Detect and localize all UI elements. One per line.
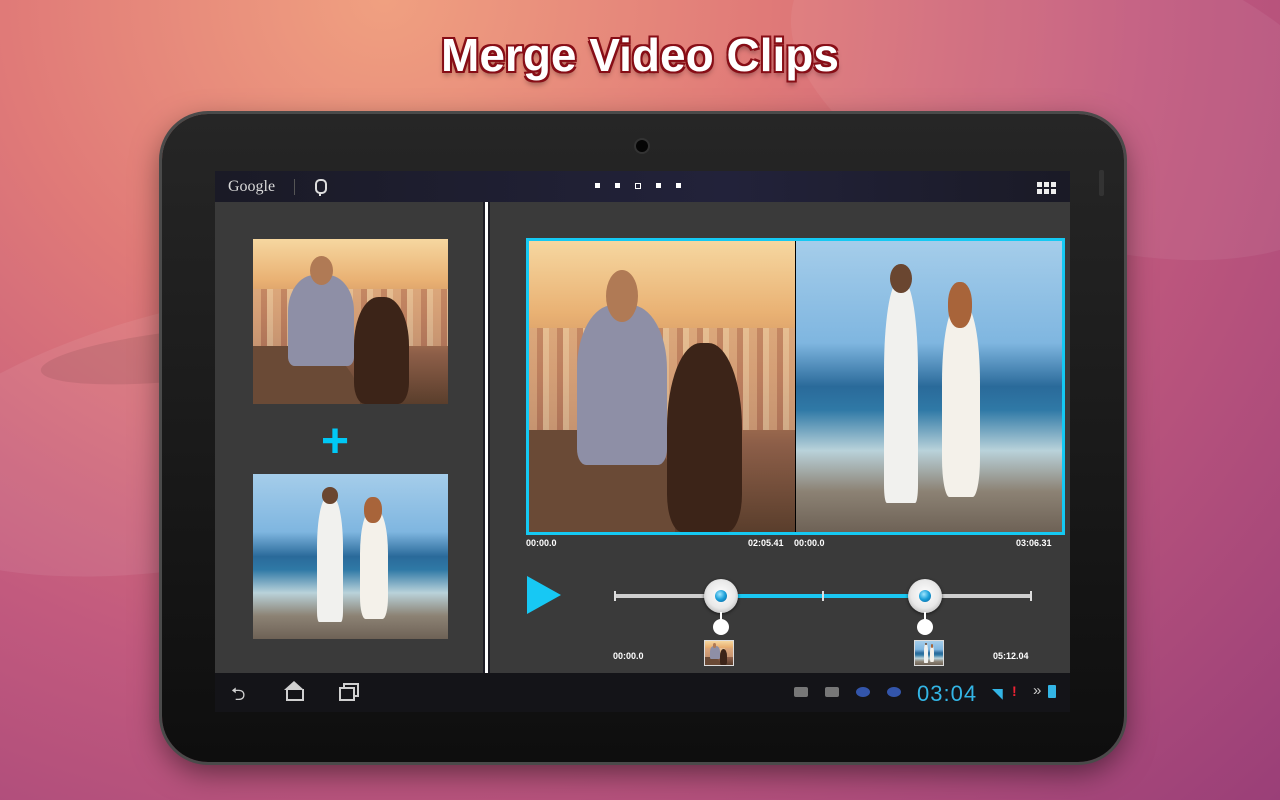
plus-icon: + [321,415,350,468]
timeline-start-tick [614,591,616,601]
timeline-end-tick [1030,591,1032,601]
merge-editor-panel: 00:00.0 02:05.41 00:00.0 03:06.31 00:00.… [490,202,1070,673]
mic-icon-stem [319,192,321,196]
clip1-end-time: 02:05.41 [748,538,784,548]
page-dot [676,183,681,188]
chevron-right-icon: » [1033,682,1042,699]
google-search-label[interactable]: Google [228,178,275,196]
clip-thumbnail-1[interactable] [253,239,448,404]
couple-city-photo [253,239,448,404]
page-dot [615,183,620,188]
camera-icon [636,140,648,152]
tablet-frame: Google + 00:00.0 02:05.41 00:00.0 03:06.… [162,114,1124,762]
clip1-start-time: 00:00.0 [526,538,557,548]
status-divider [294,179,295,195]
pane-divider [485,202,488,673]
clip2-end-time: 03:06.31 [1016,538,1052,548]
alert-icon: ! [1012,683,1017,699]
trim-handle-right[interactable] [908,579,942,613]
timeline-selected-range [730,594,926,598]
trim-handle-left[interactable] [704,579,738,613]
clip-thumbnail-2[interactable] [253,474,448,639]
clip1-mini-thumbnail[interactable] [704,640,734,666]
marker-dot[interactable] [713,619,729,635]
video-preview[interactable] [526,238,1065,535]
system-nav-bar: ⮌ 03:04 ◥ ! » [215,673,1070,712]
clock[interactable]: 03:04 [917,681,977,707]
home-icon-body [286,689,304,701]
marker-dot[interactable] [917,619,933,635]
total-end-time: 05:12.04 [993,651,1029,661]
clip2-start-time: 00:00.0 [794,538,825,548]
page-dot [656,183,661,188]
notification-icon[interactable] [794,687,808,697]
status-icon[interactable] [887,687,901,697]
clip-list-panel: + [215,202,483,673]
wifi-icon: ◥ [992,685,1003,701]
page-dot-selected [635,183,641,189]
tablet-side-button [1099,170,1104,196]
status-icon[interactable] [856,687,870,697]
launcher-status-bar: Google [215,171,1070,202]
mic-icon[interactable] [315,179,327,194]
couple-beach-photo [253,474,448,639]
tablet-screen: Google + 00:00.0 02:05.41 00:00.0 03:06.… [215,171,1070,712]
apps-grid-icon[interactable] [1037,182,1056,194]
recent-apps-icon-front [339,687,355,701]
preview-clip-1 [529,241,795,532]
timeline-mid-tick [822,591,824,601]
back-icon[interactable]: ⮌ [231,682,245,712]
play-icon[interactable] [527,576,561,614]
preview-clip-2 [796,241,1062,532]
battery-icon [1048,685,1056,698]
total-start-time: 00:00.0 [613,651,644,661]
promo-headline: Merge Video Clips [441,29,839,81]
page-dot [595,183,600,188]
home-page-indicator [595,183,681,189]
clip2-mini-thumbnail[interactable] [914,640,944,666]
download-icon[interactable] [825,687,839,697]
